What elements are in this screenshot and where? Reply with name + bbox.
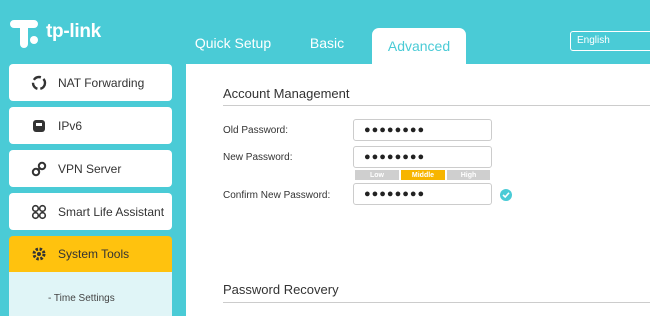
tab-advanced[interactable]: Advanced <box>372 28 466 64</box>
strength-high: High <box>447 170 490 180</box>
tab-quick-setup[interactable]: Quick Setup <box>186 28 280 58</box>
new-password-label: New Password: <box>223 152 293 163</box>
sidebar-item-label: System Tools <box>58 247 130 261</box>
gear-icon <box>30 245 48 263</box>
sidebar-item-smart-life-assistant[interactable]: Smart Life Assistant <box>9 193 172 230</box>
check-icon <box>500 189 512 201</box>
sidebar-item-label: VPN Server <box>58 161 122 176</box>
tab-basic[interactable]: Basic <box>300 28 354 58</box>
confirm-password-label: Confirm New Password: <box>223 190 331 201</box>
section-title-account-management: Account Management <box>223 86 350 101</box>
strength-low: Low <box>355 170 399 180</box>
ipv6-icon <box>30 117 48 135</box>
divider <box>223 105 650 106</box>
sidebar-item-ipv6[interactable]: IPv6 <box>9 107 172 144</box>
nat-forwarding-icon <box>30 74 48 92</box>
smart-life-icon <box>30 203 48 221</box>
logo-text: tp-link <box>46 21 101 42</box>
tp-link-logo-icon <box>10 20 38 48</box>
sidebar-item-vpn-server[interactable]: VPN Server <box>9 150 172 187</box>
old-password-label: Old Password: <box>223 125 289 136</box>
strength-middle: Middle <box>401 170 445 180</box>
sidebar-item-label: IPv6 <box>58 118 83 133</box>
sidebar-item-label: NAT Forwarding <box>58 75 145 90</box>
confirm-password-input[interactable]: ●●●●●●●● <box>353 183 492 205</box>
language-select[interactable]: English <box>570 31 650 51</box>
section-title-password-recovery: Password Recovery <box>223 282 339 297</box>
sidebar-item-system-tools[interactable]: System Tools <box>9 236 172 272</box>
old-password-input[interactable]: ●●●●●●●● <box>353 119 492 141</box>
tp-link-logo: tp-link <box>8 16 101 48</box>
vpn-link-icon <box>30 160 48 178</box>
new-password-input[interactable]: ●●●●●●●● <box>353 146 492 168</box>
sidebar-item-nat-forwarding[interactable]: NAT Forwarding <box>9 64 172 101</box>
sidebar-subitem-time-settings[interactable]: - Time Settings <box>48 293 115 304</box>
sidebar-item-label: Smart Life Assistant <box>58 204 165 219</box>
divider <box>223 302 650 303</box>
